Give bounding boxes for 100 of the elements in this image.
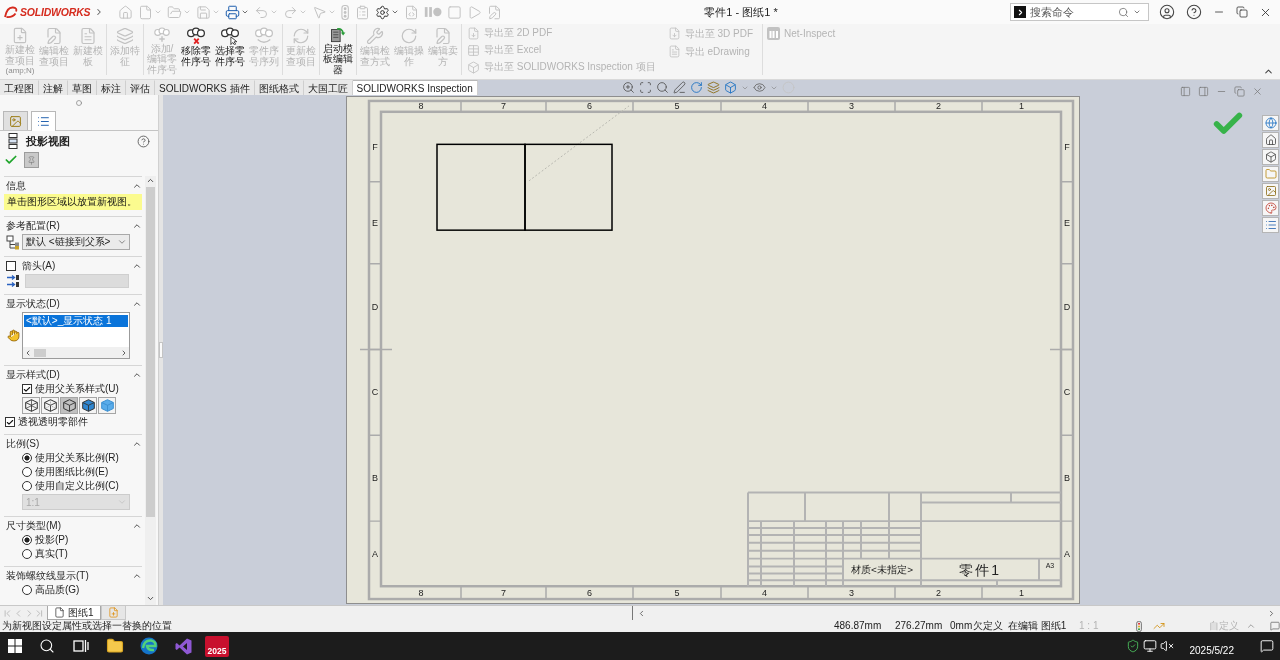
user-icon[interactable] bbox=[1159, 4, 1175, 20]
task-pane-button[interactable] bbox=[1262, 200, 1279, 216]
terminal-icon bbox=[1014, 6, 1026, 18]
sheet-tab[interactable]: 图纸1 bbox=[47, 606, 101, 620]
message-icon[interactable] bbox=[1270, 621, 1280, 631]
scroll-right-icon[interactable] bbox=[120, 348, 128, 357]
task-pane-button[interactable] bbox=[1262, 149, 1279, 165]
outline-cube-icon bbox=[62, 399, 76, 412]
caret-icon bbox=[117, 237, 127, 247]
windows-logo-icon[interactable] bbox=[8, 639, 22, 653]
zoom-in-icon[interactable] bbox=[622, 81, 635, 94]
ribbon-tab[interactable]: 大国工匠 bbox=[303, 80, 353, 95]
zone-label: 7 bbox=[500, 101, 506, 112]
panel-left-icon[interactable] bbox=[1180, 86, 1191, 97]
task-pane-button[interactable] bbox=[1262, 217, 1279, 233]
restore-icon[interactable] bbox=[1236, 6, 1248, 18]
infinity-logo-icon[interactable] bbox=[174, 637, 192, 655]
eye-icon[interactable] bbox=[753, 81, 766, 94]
pen-icon[interactable] bbox=[673, 81, 686, 94]
ribbon-tab[interactable]: 草图 bbox=[68, 80, 97, 95]
ribbon-tab[interactable]: 评估 bbox=[126, 80, 155, 95]
picture-icon bbox=[9, 114, 22, 128]
checkbox[interactable] bbox=[6, 261, 16, 271]
date-text[interactable]: 2025/5/22 bbox=[1189, 645, 1234, 660]
layers-icon[interactable] bbox=[707, 81, 720, 94]
checkbox[interactable] bbox=[22, 384, 32, 394]
collapse-caret-icon[interactable] bbox=[132, 370, 142, 380]
collapse-caret-icon[interactable] bbox=[132, 299, 142, 309]
caret-icon[interactable] bbox=[390, 8, 399, 16]
display-style-button[interactable] bbox=[41, 397, 59, 414]
swirl-logo-icon[interactable] bbox=[140, 637, 158, 655]
help-icon[interactable] bbox=[1186, 4, 1202, 20]
ribbon-tab[interactable]: 工程图 bbox=[0, 80, 39, 95]
folder-icon[interactable] bbox=[106, 637, 124, 655]
scroll-left-icon[interactable] bbox=[637, 608, 646, 618]
pin-button[interactable] bbox=[24, 152, 39, 168]
settings-icon[interactable] bbox=[374, 4, 390, 20]
panel-tab[interactable] bbox=[3, 111, 28, 130]
radio-button[interactable] bbox=[22, 535, 32, 545]
check-icon[interactable] bbox=[4, 153, 18, 167]
ribbon-tab[interactable]: SOLIDWORKS Inspection bbox=[352, 80, 478, 95]
list-item[interactable]: <默认>_显示状态 1 bbox=[24, 315, 128, 327]
trend-arrow-icon[interactable] bbox=[1153, 620, 1165, 632]
task-pane-button[interactable] bbox=[1262, 132, 1279, 148]
search-icon[interactable] bbox=[39, 638, 55, 654]
task-view-icon[interactable] bbox=[73, 639, 89, 653]
notification-icon[interactable] bbox=[1260, 639, 1274, 653]
scrollbar-thumb[interactable] bbox=[34, 348, 46, 357]
ribbon-button[interactable]: 选择零件序号 bbox=[213, 24, 247, 75]
traffic-light-icon[interactable] bbox=[1136, 620, 1143, 632]
monitor-icon[interactable] bbox=[1142, 639, 1157, 653]
grip-dot-icon[interactable] bbox=[76, 99, 82, 106]
task-pane-button[interactable] bbox=[1262, 183, 1279, 199]
scroll-up-icon[interactable] bbox=[146, 176, 155, 185]
display-style-button[interactable] bbox=[22, 397, 40, 414]
cube-icon[interactable] bbox=[724, 81, 737, 94]
splitter-handle[interactable] bbox=[159, 342, 163, 358]
radio-button[interactable] bbox=[22, 453, 32, 463]
horizontal-scrollbar[interactable] bbox=[23, 347, 129, 358]
radio-button[interactable] bbox=[22, 467, 32, 477]
caret-icon[interactable] bbox=[241, 8, 250, 16]
rotate-icon[interactable] bbox=[690, 81, 703, 94]
radio-button[interactable] bbox=[22, 481, 32, 491]
collapse-caret-icon[interactable] bbox=[132, 221, 142, 231]
dropdown[interactable]: 默认 <链接到父系> bbox=[22, 234, 130, 250]
radio-button[interactable] bbox=[22, 549, 32, 559]
display-style-button[interactable] bbox=[79, 397, 97, 414]
caret-icon[interactable] bbox=[1133, 8, 1141, 16]
scroll-left-icon[interactable] bbox=[24, 348, 32, 357]
collapse-caret-icon[interactable] bbox=[132, 439, 142, 449]
search-input[interactable]: 搜索命令 bbox=[1030, 5, 1114, 19]
printer-icon[interactable] bbox=[225, 4, 241, 20]
ribbon-tab[interactable]: 标注 bbox=[97, 80, 126, 95]
shield-check-icon[interactable] bbox=[1125, 639, 1140, 653]
collapse-caret-icon[interactable] bbox=[132, 521, 142, 531]
ribbon-button[interactable]: 移除零件序号 bbox=[179, 24, 213, 75]
panel-right-icon[interactable] bbox=[1198, 86, 1209, 97]
sheet-tab[interactable] bbox=[100, 606, 126, 620]
display-style-button[interactable] bbox=[60, 397, 78, 414]
checkbox[interactable] bbox=[5, 417, 15, 427]
ribbon-tab[interactable]: 注解 bbox=[39, 80, 68, 95]
ribbon-tab[interactable]: 图纸格式 bbox=[254, 80, 304, 95]
task-pane-button[interactable] bbox=[1262, 115, 1279, 131]
scroll-right-icon[interactable] bbox=[1267, 608, 1276, 618]
scroll-down-icon[interactable] bbox=[146, 594, 155, 603]
ribbon-tab[interactable]: SOLIDWORKS 插件 bbox=[155, 80, 255, 95]
balloon-remove-icon bbox=[187, 27, 205, 45]
scan-frame-icon[interactable] bbox=[639, 81, 652, 94]
collapse-caret-icon[interactable] bbox=[132, 261, 142, 271]
collapse-caret-icon[interactable] bbox=[132, 571, 142, 581]
ribbon-button[interactable]: 启动模板编辑器 bbox=[321, 24, 355, 75]
search-field[interactable]: 搜索命令 bbox=[1010, 3, 1149, 21]
vertical-scrollbar[interactable] bbox=[145, 176, 156, 605]
collapse-caret-icon[interactable] bbox=[132, 181, 142, 191]
panel-tab[interactable] bbox=[31, 111, 56, 131]
scrollbar-thumb[interactable] bbox=[146, 187, 155, 517]
restore-icon[interactable] bbox=[1234, 86, 1245, 97]
app-taskbar-button[interactable]: 2025 bbox=[205, 635, 229, 657]
muted-speaker-icon[interactable] bbox=[1159, 639, 1174, 653]
radio-button[interactable] bbox=[22, 585, 32, 595]
